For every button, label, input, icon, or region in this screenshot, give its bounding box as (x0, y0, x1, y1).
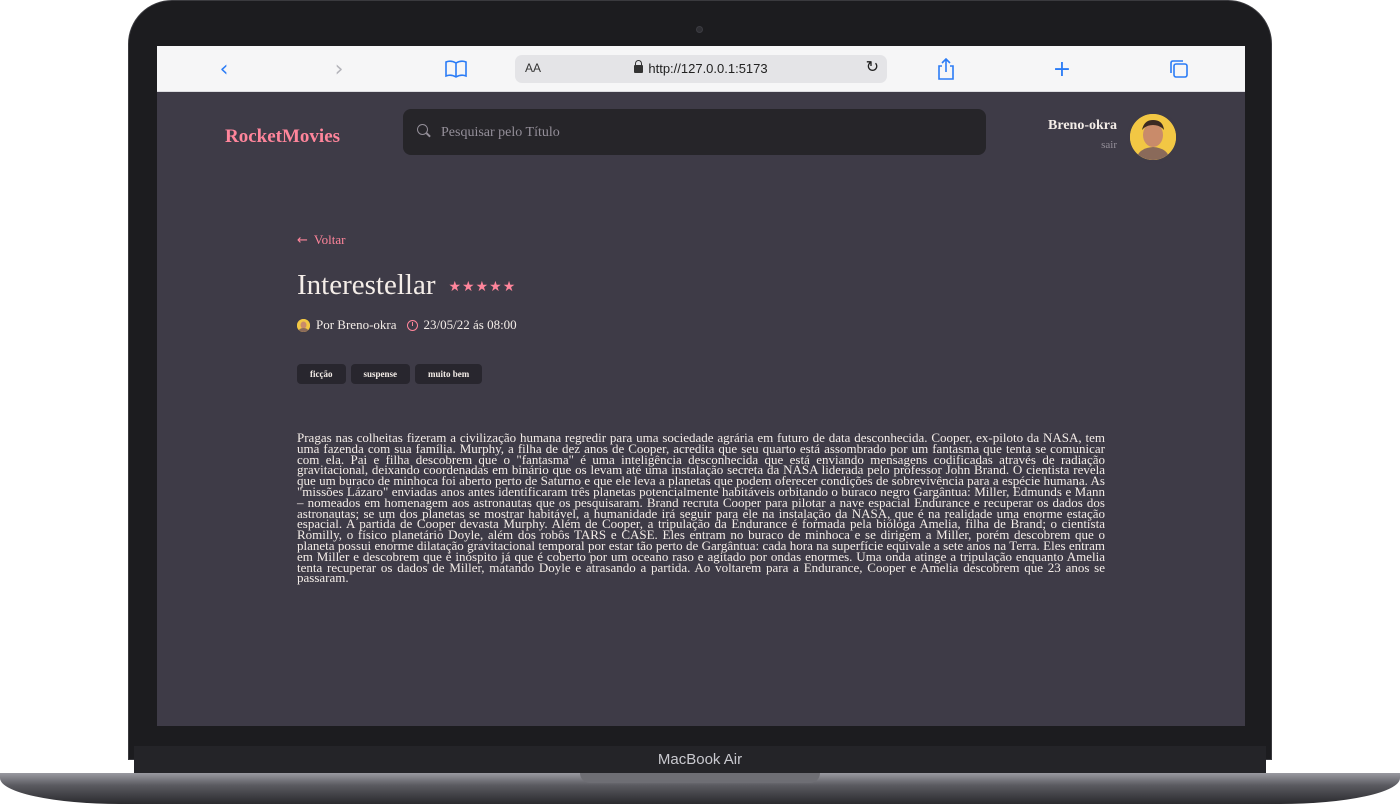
back-label: Voltar (313, 232, 346, 247)
laptop-notch (580, 773, 820, 783)
user-info: Breno-okra sair (1048, 118, 1117, 151)
new-tab-icon[interactable]: + (1049, 56, 1075, 82)
logout-link[interactable]: sair (1048, 139, 1117, 151)
device-label: MacBook Air (657, 751, 743, 768)
tag: suspense (350, 364, 411, 384)
clock-icon (406, 319, 418, 331)
forward-nav-icon[interactable]: › (326, 56, 352, 82)
lock-icon (634, 60, 644, 73)
avatar[interactable] (1128, 112, 1178, 162)
laptop-chin: MacBook Air (134, 746, 1266, 774)
app-header: RocketMovies Breno-okra sair (157, 92, 1245, 180)
back-nav-icon[interactable]: ‹ (211, 56, 237, 82)
author-avatar (297, 318, 310, 332)
brand-logo[interactable]: RocketMovies (225, 126, 340, 148)
search-input[interactable] (439, 109, 963, 157)
tabs-overview-icon[interactable] (1166, 56, 1192, 82)
title-row: Interestellar ★★★★★ (297, 269, 1107, 302)
tag-list: ficção suspense muito bem (297, 364, 1107, 384)
tag: muito bem (415, 364, 483, 384)
address-bar[interactable]: AA http://127.0.0.1:5173 ↻ (515, 55, 887, 83)
camera-dot (696, 26, 703, 33)
movie-description: Pragas nas colheitas fizeram a civilizaç… (297, 430, 1105, 586)
search-icon (417, 124, 428, 135)
browser-screen: ‹ › AA http://127.0.0.1:5173 ↻ + RocketM… (157, 46, 1245, 726)
rating-stars-icon: ★★★★★ (448, 278, 517, 295)
author-name: Por Breno-okra (316, 317, 397, 332)
created-at: 23/05/22 ás 08:00 (423, 317, 517, 332)
movie-details: ← Voltar Interestellar ★★★★★ Por Breno-o… (297, 232, 1107, 584)
share-icon[interactable] (933, 56, 959, 82)
reload-icon[interactable]: ↻ (866, 57, 879, 76)
user-name: Breno-okra (1048, 118, 1117, 133)
movie-title: Interestellar (297, 269, 436, 301)
back-link[interactable]: ← Voltar (297, 232, 1107, 248)
url-text: http://127.0.0.1:5173 (648, 61, 768, 76)
movie-meta: Por Breno-okra 23/05/22 ás 08:00 (297, 317, 1107, 333)
search-box[interactable] (403, 109, 986, 157)
browser-toolbar: ‹ › AA http://127.0.0.1:5173 ↻ + (157, 46, 1245, 92)
bookmarks-icon[interactable] (443, 56, 469, 82)
arrow-left-icon: ← (297, 232, 308, 248)
tag: ficção (297, 364, 346, 384)
